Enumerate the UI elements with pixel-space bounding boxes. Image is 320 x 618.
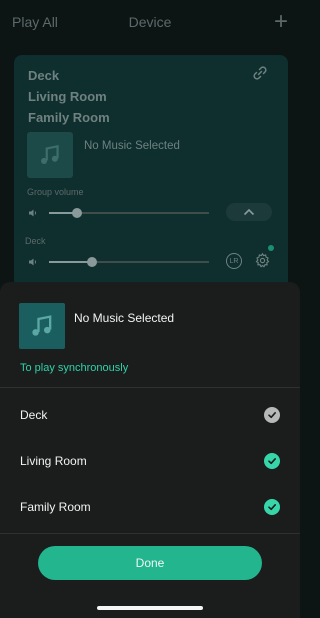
home-indicator[interactable] [97, 606, 203, 610]
chevron-up-icon [243, 208, 255, 216]
music-note-icon [32, 315, 52, 336]
checkmark-icon[interactable] [264, 499, 280, 515]
group-volume-knob[interactable] [72, 208, 82, 218]
room-row-family-room[interactable]: Family Room [0, 487, 300, 527]
room-name: Deck [20, 408, 48, 422]
done-button[interactable]: Done [38, 546, 262, 580]
checkmark-icon[interactable] [264, 407, 280, 423]
room-name: Living Room [20, 454, 87, 468]
group-room-name: Family Room [28, 110, 110, 125]
now-playing-text: No Music Selected [84, 140, 180, 152]
sync-subtitle: To play synchronously [20, 362, 129, 374]
gear-icon[interactable] [254, 252, 271, 269]
speaker-icon [29, 258, 37, 266]
expand-button[interactable] [226, 203, 272, 221]
album-art [27, 132, 73, 178]
group-room-name: Living Room [28, 89, 107, 104]
group-volume-label: Group volume [27, 187, 84, 197]
album-art [19, 303, 65, 349]
speaker-volume-knob[interactable] [87, 257, 97, 267]
group-card[interactable]: Deck Living Room Family Room No Music Se… [14, 55, 288, 295]
lr-badge[interactable]: LR [226, 253, 242, 269]
room-row-living-room[interactable]: Living Room [0, 441, 300, 481]
speaker-label: Deck [25, 236, 46, 246]
play-all-button[interactable]: Play All [12, 14, 58, 30]
status-dot [268, 245, 274, 251]
speaker-volume-fill [49, 261, 91, 263]
group-room-name: Deck [28, 68, 60, 83]
checkmark-icon[interactable] [264, 453, 280, 469]
room-name: Family Room [20, 500, 91, 514]
now-playing-title: No Music Selected [74, 311, 175, 325]
link-icon[interactable] [252, 65, 268, 81]
top-bar: Play All Device + [0, 0, 300, 44]
plus-icon[interactable]: + [274, 10, 288, 34]
divider [0, 387, 300, 388]
group-selection-sheet: No Music Selected To play synchronously … [0, 282, 300, 618]
music-note-icon [41, 145, 59, 164]
room-row-deck[interactable]: Deck [0, 395, 300, 435]
divider [0, 533, 300, 534]
speaker-icon [29, 209, 37, 217]
